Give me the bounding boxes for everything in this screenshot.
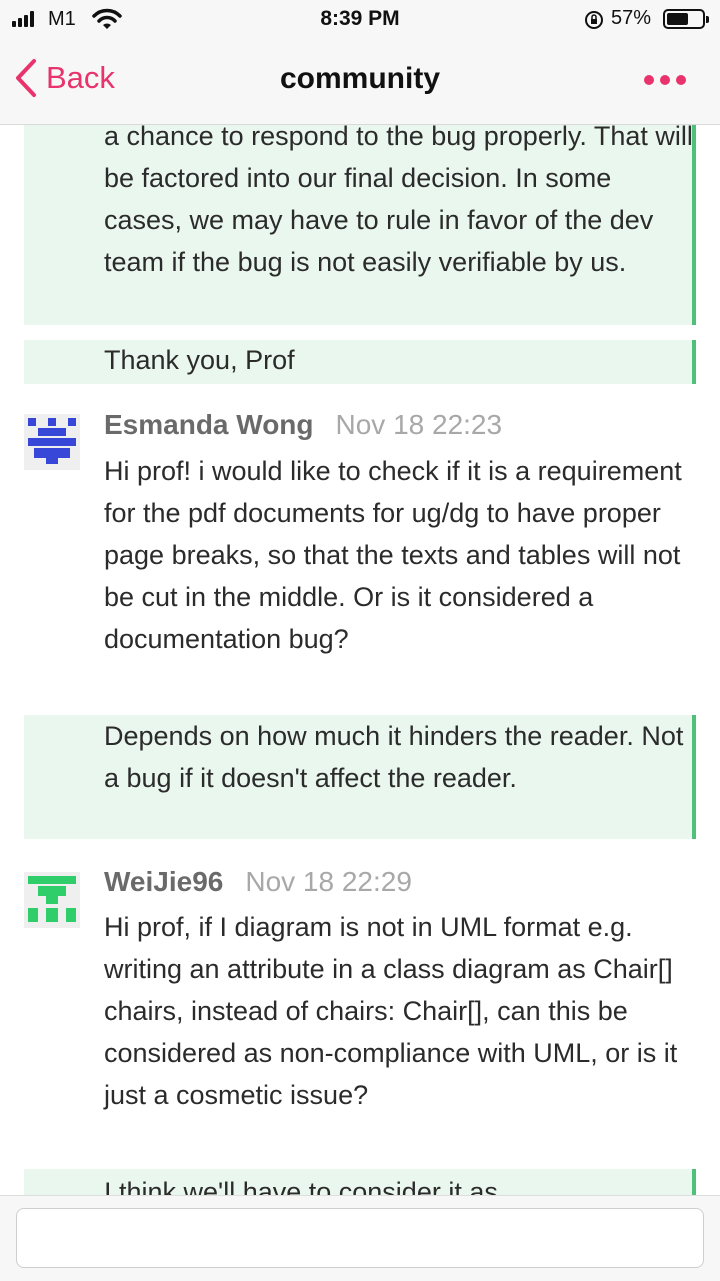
reply-text: a chance to respond to the bug properly.… — [104, 125, 693, 277]
message-timestamp: Nov 18 22:23 — [335, 409, 503, 440]
back-label: Back — [46, 60, 115, 95]
battery-icon — [663, 9, 709, 29]
author-name[interactable]: Esmanda Wong — [104, 409, 314, 440]
message-input[interactable] — [16, 1208, 704, 1268]
reply-text: I think we'll have to consider it as — [104, 1177, 498, 1195]
message-header: WeiJie96 Nov 18 22:29 — [104, 866, 412, 898]
message-body: Hi prof! i would like to check if it is … — [104, 456, 682, 654]
back-button[interactable]: Back — [14, 58, 115, 98]
message-feed[interactable]: a chance to respond to the bug properly.… — [0, 125, 720, 1195]
nav-bar: Back community — [0, 40, 720, 125]
message-body: Hi prof, if I diagram is not in UML form… — [104, 912, 678, 1110]
rotation-lock-icon — [585, 11, 603, 29]
identicon-icon — [28, 876, 76, 922]
message-header: Esmanda Wong Nov 18 22:23 — [104, 409, 502, 441]
status-bar: M1 8:39 PM 57% — [0, 0, 720, 40]
reply-text: Depends on how much it hinders the reade… — [104, 721, 684, 793]
reply-signature: Thank you, Prof — [104, 345, 295, 375]
chevron-left-icon — [16, 59, 36, 97]
battery-percent: 57% — [611, 7, 652, 29]
identicon-icon — [28, 418, 76, 464]
avatar[interactable] — [24, 872, 80, 928]
message-timestamp: Nov 18 22:29 — [245, 866, 412, 897]
composer-bar — [0, 1195, 720, 1281]
author-name[interactable]: WeiJie96 — [104, 866, 223, 897]
avatar[interactable] — [24, 414, 80, 470]
more-options-button[interactable] — [640, 72, 690, 92]
